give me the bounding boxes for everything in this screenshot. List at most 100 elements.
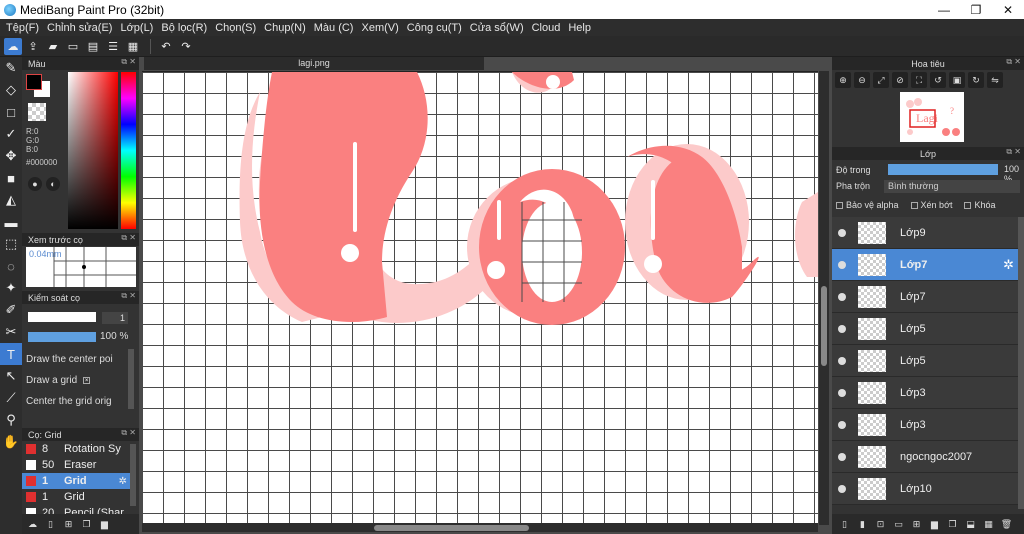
protect-alpha-checkbox[interactable]: [836, 201, 843, 209]
brush-list-item[interactable]: 50 Eraser: [22, 457, 130, 473]
palette-icon[interactable]: ●: [28, 177, 42, 191]
duplicate-layer-icon[interactable]: ❐: [946, 518, 959, 531]
layer-row[interactable]: Lớp5: [832, 345, 1018, 377]
brush-options-scrollbar[interactable]: [128, 349, 134, 409]
layer-visibility-icon[interactable]: [838, 228, 846, 237]
operation-tool-icon[interactable]: ↖: [0, 365, 22, 387]
menu-snap[interactable]: Chụp(N): [260, 22, 310, 34]
menu-filter[interactable]: Bộ lọc(R): [157, 22, 211, 34]
zoom-reset-icon[interactable]: ⊘: [892, 72, 908, 88]
menu-layer[interactable]: Lớp(L): [116, 22, 157, 34]
option-draw-center-point[interactable]: Draw the center poi: [26, 349, 126, 370]
copy-brush-icon[interactable]: ❐: [80, 518, 93, 531]
lock-option[interactable]: Khóa: [964, 200, 996, 210]
option-center-grid-origin[interactable]: Center the grid orig: [26, 391, 126, 412]
layer-list-scrollbar[interactable]: [1018, 217, 1024, 509]
rotate-left-icon[interactable]: ↺: [930, 72, 946, 88]
shape-tool-icon[interactable]: □: [0, 101, 22, 123]
brush-tool-icon[interactable]: ✎: [0, 57, 22, 79]
layer-visibility-icon[interactable]: [838, 292, 846, 301]
select-eraser-tool-icon[interactable]: ✂: [0, 321, 22, 343]
clip-option[interactable]: Xén bớt: [910, 200, 952, 210]
add-layer-menu-icon[interactable]: ⊞: [910, 518, 923, 531]
folder-icon[interactable]: ▆: [98, 518, 111, 531]
layer-row[interactable]: Lớp9: [832, 217, 1018, 249]
canvas-vertical-scrollbar[interactable]: [819, 71, 829, 525]
brush-size-input[interactable]: 1: [102, 312, 128, 324]
grid-icon[interactable]: ▦: [124, 38, 142, 55]
layer-visibility-icon[interactable]: [838, 260, 846, 269]
layer-opacity-slider[interactable]: [888, 164, 998, 175]
list-icon[interactable]: ☰: [104, 38, 122, 55]
brush-settings-gear-icon[interactable]: ✲: [119, 476, 127, 487]
actual-size-icon[interactable]: ⛶: [911, 72, 927, 88]
share-icon[interactable]: ⇪: [24, 38, 42, 55]
panel-menu-icon[interactable]: ⧉ ✕: [121, 291, 136, 301]
layer-visibility-icon[interactable]: [838, 388, 846, 397]
undo-icon[interactable]: ↶: [157, 38, 175, 55]
vertical-scroll-thumb[interactable]: [821, 286, 827, 366]
canvas-horizontal-scrollbar[interactable]: [142, 523, 818, 532]
minimize-button[interactable]: —: [928, 0, 960, 19]
layer-settings-icon[interactable]: ▦: [982, 518, 995, 531]
horizontal-scroll-thumb[interactable]: [374, 525, 529, 531]
text-tool-icon[interactable]: T: [0, 343, 22, 365]
layer-visibility-icon[interactable]: [838, 452, 846, 461]
layer-row[interactable]: Lớp3: [832, 377, 1018, 409]
new-halftone-layer-icon[interactable]: ▮: [856, 518, 869, 531]
move-tool-icon[interactable]: ✥: [0, 145, 22, 167]
transparent-color-swatch[interactable]: [28, 103, 46, 121]
saturation-value-picker[interactable]: [68, 72, 118, 229]
layer-row[interactable]: Lớp5: [832, 313, 1018, 345]
hand-tool-icon[interactable]: ✋: [0, 431, 22, 453]
close-button[interactable]: ✕: [992, 0, 1024, 19]
brush-list-item[interactable]: 1 Grid ✲: [22, 473, 130, 489]
eyedropper-tool-icon[interactable]: ⚲: [0, 409, 22, 431]
lock-checkbox[interactable]: [964, 201, 972, 209]
menu-cloud[interactable]: Cloud: [528, 22, 565, 34]
panel-menu-icon[interactable]: ⧉ ✕: [121, 57, 136, 67]
zoom-in-icon[interactable]: ⊕: [835, 72, 851, 88]
redo-icon[interactable]: ↷: [177, 38, 195, 55]
new-brush-icon[interactable]: ▯: [44, 518, 57, 531]
menu-select[interactable]: Chọn(S): [211, 22, 260, 34]
draw-grid-checkbox[interactable]: ×: [83, 377, 91, 384]
flip-icon[interactable]: ⇋: [987, 72, 1003, 88]
fit-window-icon[interactable]: ⤢: [873, 72, 889, 88]
menu-window[interactable]: Cửa sổ(W): [466, 22, 528, 34]
menu-view[interactable]: Xem(V): [357, 22, 402, 34]
layer-row[interactable]: Lớp7 ✲: [832, 249, 1018, 281]
gradient-tool-icon[interactable]: ▬: [0, 211, 22, 233]
menu-tools[interactable]: Công cụ(T): [403, 22, 466, 34]
panel-menu-icon[interactable]: ⧉ ✕: [121, 428, 136, 438]
option-draw-grid[interactable]: Draw a grid ×: [26, 370, 126, 391]
hue-slider[interactable]: [121, 72, 136, 229]
brush-list-scrollbar[interactable]: [130, 444, 136, 506]
new-layer-8bit-icon[interactable]: ▭: [892, 518, 905, 531]
zoom-out-icon[interactable]: ⊖: [854, 72, 870, 88]
layer-row[interactable]: Lớp7: [832, 281, 1018, 313]
document-tab[interactable]: lagi.png: [144, 57, 484, 70]
chat-icon[interactable]: ▭: [64, 38, 82, 55]
layer-row[interactable]: ngocngoc2007: [832, 441, 1018, 473]
panel-menu-icon[interactable]: ⧉ ✕: [121, 233, 136, 243]
new-layer-icon[interactable]: ▯: [838, 518, 851, 531]
rotate-right-icon[interactable]: ↻: [968, 72, 984, 88]
comment-icon[interactable]: ▰: [44, 38, 62, 55]
magic-wand-tool-icon[interactable]: ✦: [0, 277, 22, 299]
menu-color[interactable]: Màu (C): [310, 22, 358, 34]
layer-visibility-icon[interactable]: [838, 484, 846, 493]
panel-menu-icon[interactable]: ⧉ ✕: [1006, 147, 1021, 157]
lasso-tool-icon[interactable]: ◌: [0, 255, 22, 277]
document-icon[interactable]: ▤: [84, 38, 102, 55]
layer-row[interactable]: Lớp3: [832, 409, 1018, 441]
menu-file[interactable]: Tệp(F): [2, 22, 43, 34]
maximize-button[interactable]: ❐: [960, 0, 992, 19]
color-wheel-icon[interactable]: ◐: [46, 177, 60, 191]
clip-checkbox[interactable]: [910, 201, 918, 209]
brush-size-slider[interactable]: [28, 312, 96, 322]
panel-menu-icon[interactable]: ⧉ ✕: [1006, 57, 1021, 67]
menu-help[interactable]: Help: [564, 22, 595, 34]
navigator-thumbnail[interactable]: Lagi ?: [900, 92, 964, 142]
layer-row[interactable]: Lớp10: [832, 473, 1018, 505]
